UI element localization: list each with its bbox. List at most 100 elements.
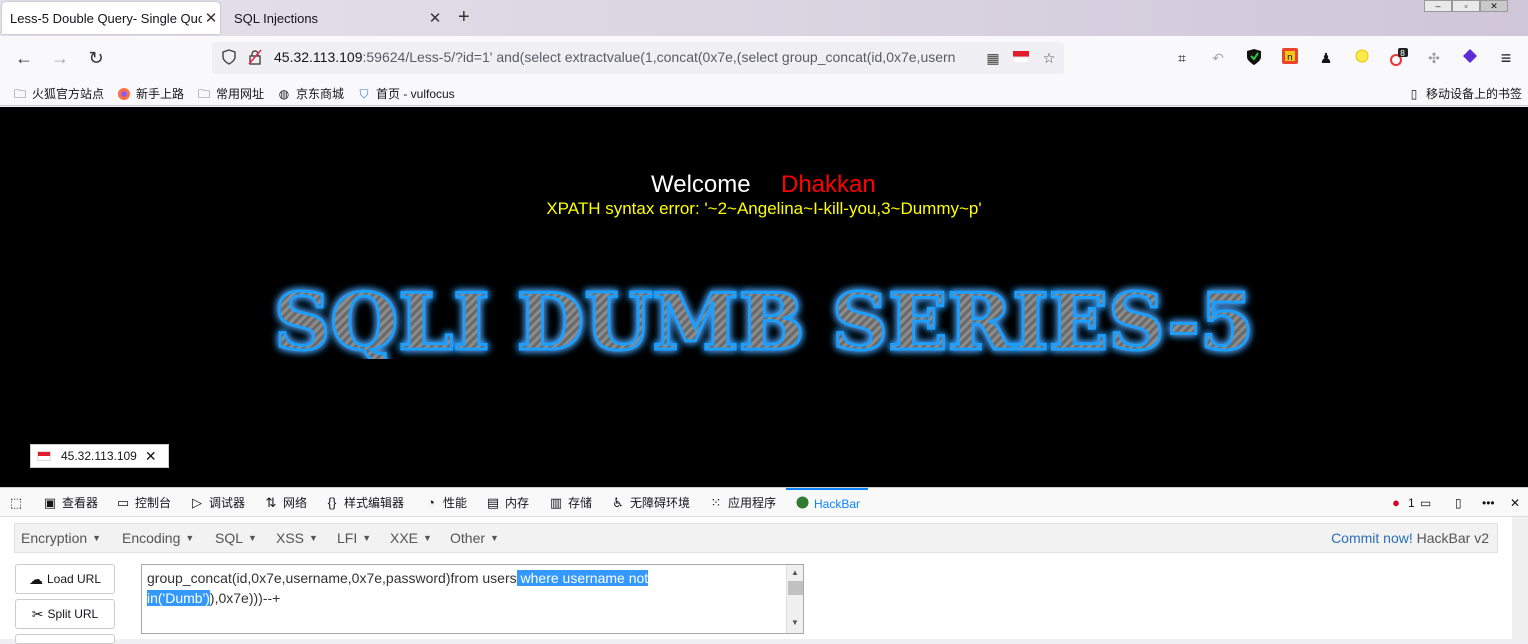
tab-network[interactable]: ⇅ 网络	[263, 488, 307, 517]
responsive-icon[interactable]: ▯	[1455, 488, 1462, 517]
scroll-down-icon[interactable]: ▼	[787, 615, 803, 631]
tab-less-5[interactable]: Less-5 Double Query- Single Quo ✕	[2, 2, 220, 34]
cloud-download-icon: ☁	[28, 570, 43, 587]
minimize-icon[interactable]: –	[1424, 0, 1452, 12]
qr-code-icon[interactable]: ▦	[984, 49, 1002, 67]
url-text[interactable]: 45.32.113.109:59624/Less-5/?id=1' and(se…	[274, 49, 978, 65]
tab-label: 存储	[568, 496, 593, 510]
menu-other[interactable]: Other ▼	[450, 530, 499, 546]
bookmark-item[interactable]: 🗀 常用网址	[196, 85, 264, 102]
tab-debugger[interactable]: ▷ 调试器	[189, 488, 245, 517]
accessibility-icon: ♿	[612, 494, 624, 510]
reload-icon[interactable]: ↻	[84, 46, 108, 70]
error-icon: ●	[1392, 495, 1400, 510]
close-icon[interactable]: ✕	[202, 9, 220, 27]
text-selected: in('Dumb')	[147, 590, 210, 606]
tab-hackbar[interactable]: HackBar	[786, 488, 869, 517]
tab-label: 性能	[443, 496, 468, 510]
menu-encryption[interactable]: Encryption ▼	[21, 530, 101, 546]
button-label: Load URL	[46, 572, 102, 586]
extension-badge-icon[interactable]: 8	[1388, 48, 1408, 68]
extension-n-icon[interactable]: n	[1280, 48, 1300, 68]
menu-xxe[interactable]: XXE ▼	[390, 530, 432, 546]
bookmark-item[interactable]: ◍ 京东商城	[276, 85, 344, 102]
close-icon[interactable]: ✕	[426, 9, 444, 27]
scroll-up-icon[interactable]: ▲	[787, 565, 803, 581]
panel-scrollbar[interactable]	[1512, 517, 1528, 639]
flag-icon	[37, 451, 51, 461]
sun-extension-icon[interactable]	[1352, 48, 1372, 68]
memory-icon: ▤	[486, 494, 500, 510]
scissors-icon: ✂	[31, 605, 44, 622]
tab-label: 样式编辑器	[344, 496, 405, 510]
caret-down-icon: ▼	[185, 533, 195, 543]
diamond-extension-icon[interactable]	[1460, 48, 1480, 68]
banner-text: SQLI DUMB SERIES-5	[274, 279, 1254, 359]
menu-sql[interactable]: SQL ▼	[215, 530, 257, 546]
load-url-button[interactable]: ☁ Load URL	[15, 564, 115, 594]
url-textarea[interactable]: group_concat(id,0x7e,username,0x7e,passw…	[141, 564, 804, 634]
maximize-icon[interactable]: ▫	[1452, 0, 1480, 12]
application-icon: ⁙	[710, 494, 722, 510]
commit-area: Commit now! HackBar v2	[1331, 530, 1489, 546]
close-devtools-icon[interactable]: ✕	[1510, 488, 1520, 517]
bookmark-label: 新手上路	[136, 87, 185, 101]
bookmark-item[interactable]: 🗀 火狐官方站点	[12, 85, 104, 102]
adblock-shield-icon[interactable]	[1244, 48, 1264, 68]
bookmark-label: 京东商城	[296, 87, 345, 101]
ip-badge[interactable]: 45.32.113.109 ✕	[30, 444, 169, 468]
tab-strip: Less-5 Double Query- Single Quo ✕ SQL In…	[0, 0, 1528, 36]
tab-sql-injections[interactable]: SQL Injections ✕	[226, 2, 444, 34]
bookmark-item[interactable]: 新手上路	[116, 85, 184, 102]
menu-encoding[interactable]: Encoding ▼	[122, 530, 194, 546]
tab-label: 无障碍环境	[630, 496, 691, 510]
textarea-scrollbar[interactable]: ▲ ▼	[786, 565, 803, 633]
bookmark-item[interactable]: ⛉ 首页 - vulfocus	[356, 85, 454, 102]
scroll-thumb[interactable]	[787, 581, 803, 595]
element-picker-icon[interactable]: ⬚	[8, 488, 28, 517]
more-options-icon[interactable]: •••	[1482, 488, 1495, 517]
undo-icon[interactable]: ↶	[1208, 48, 1228, 68]
menu-label: SQL	[215, 530, 244, 546]
dock-icon[interactable]: ▭	[1420, 488, 1431, 517]
commit-link[interactable]: Commit now!	[1331, 530, 1413, 546]
new-tab-icon[interactable]: +	[458, 6, 470, 29]
folder-icon: 🗀	[197, 86, 210, 101]
split-url-button[interactable]: ✂ Split URL	[15, 599, 115, 629]
tab-inspector[interactable]: ▣ 查看器	[42, 488, 98, 517]
insecure-lock-icon[interactable]	[246, 49, 264, 67]
mobile-bookmarks[interactable]: ▯ 移动设备上的书签	[1406, 85, 1522, 102]
tab-memory[interactable]: ▤ 内存	[485, 488, 529, 517]
execute-button[interactable]	[15, 634, 115, 644]
tab-accessibility[interactable]: ♿ 无障碍环境	[610, 488, 690, 517]
hackbar-version: HackBar v2	[1416, 530, 1489, 546]
window-close-icon[interactable]: ✕	[1480, 0, 1508, 12]
menu-lfi[interactable]: LFI ▼	[337, 530, 371, 546]
tab-console[interactable]: ▭ 控制台	[115, 488, 171, 517]
flag-icon[interactable]	[1012, 49, 1030, 67]
screenshot-crop-icon[interactable]: ⌗	[1172, 48, 1192, 68]
devtools-toolbar: ⬚ ▣ 查看器 ▭ 控制台 ▷ 调试器 ⇅ 网络 {} 样式编辑器 ◔ 性能 ▤ 内存 ▥ 存储…	[0, 487, 1528, 517]
url-bar[interactable]: 45.32.113.109:59624/Less-5/?id=1' and(se…	[212, 42, 1064, 74]
tab-application[interactable]: ⁙ 应用程序	[708, 488, 776, 517]
bookmark-star-icon[interactable]: ☆	[1040, 49, 1058, 67]
menu-xss[interactable]: XSS ▼	[276, 530, 318, 546]
close-icon[interactable]: ✕	[145, 448, 157, 465]
menu-hamburger-icon[interactable]: ≡	[1496, 48, 1516, 68]
tab-storage[interactable]: ▥ 存储	[548, 488, 592, 517]
tab-label: 查看器	[62, 496, 99, 510]
tab-label: 网络	[283, 496, 308, 510]
forward-arrow-icon[interactable]: →	[48, 46, 72, 70]
text-plain: ),0x7e)))--+	[209, 590, 281, 606]
spy-extension-icon[interactable]: ♟	[1316, 48, 1336, 68]
bookmark-label: 常用网址	[216, 87, 265, 101]
tab-style-editor[interactable]: {} 样式编辑器	[324, 488, 404, 517]
error-count[interactable]: ● 1	[1388, 488, 1415, 517]
caret-down-icon: ▼	[362, 533, 372, 543]
tracking-shield-icon[interactable]	[220, 49, 238, 67]
navigation-toolbar: ← → ↻ 45.32.113.109:59624/Less-5/?id=1' …	[0, 36, 1528, 81]
tab-label: 调试器	[209, 496, 246, 510]
puzzle-icon[interactable]: ✣	[1424, 48, 1444, 68]
tab-performance[interactable]: ◔ 性能	[423, 488, 467, 517]
back-arrow-icon[interactable]: ←	[12, 46, 36, 70]
